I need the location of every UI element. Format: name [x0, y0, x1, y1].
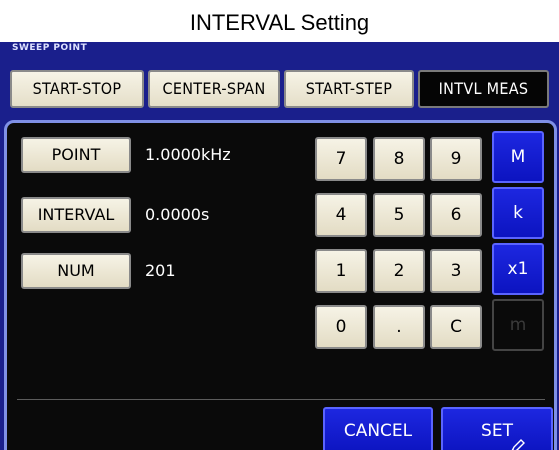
section-label: SWEEP POINT — [12, 43, 88, 53]
key-5[interactable]: 5 — [373, 193, 425, 237]
key-6[interactable]: 6 — [430, 193, 482, 237]
num-button[interactable]: NUM — [21, 253, 131, 289]
unit-key-mega[interactable]: M — [492, 131, 544, 183]
key-clear[interactable]: C — [430, 305, 482, 349]
tab-start-stop[interactable]: START-STOP — [10, 70, 144, 108]
key-7[interactable]: 7 — [315, 137, 367, 181]
key-decimal[interactable]: . — [373, 305, 425, 349]
cancel-button[interactable]: CANCEL — [323, 407, 433, 450]
dialog-title: INTERVAL Setting — [189, 10, 370, 35]
key-8[interactable]: 8 — [373, 137, 425, 181]
key-1[interactable]: 1 — [315, 249, 367, 293]
setting-panel: POINT 1.0000kHz INTERVAL 0.0000s NUM 201… — [4, 120, 557, 450]
unit-key-milli: m — [492, 299, 544, 351]
key-0[interactable]: 0 — [315, 305, 367, 349]
set-button[interactable]: SET — [441, 407, 553, 450]
key-2[interactable]: 2 — [373, 249, 425, 293]
interval-value: 0.0000s — [145, 205, 210, 224]
interval-button[interactable]: INTERVAL — [21, 197, 131, 233]
key-9[interactable]: 9 — [430, 137, 482, 181]
unit-key-kilo[interactable]: k — [492, 187, 544, 239]
divider — [17, 399, 545, 400]
stylus-icon — [511, 439, 525, 450]
point-value: 1.0000kHz — [145, 145, 231, 164]
set-button-label: SET — [481, 421, 513, 441]
point-button[interactable]: POINT — [21, 137, 131, 173]
unit-key-x1[interactable]: x1 — [492, 243, 544, 295]
num-value: 201 — [145, 261, 176, 280]
tab-intvl-meas[interactable]: INTVL MEAS — [418, 70, 549, 108]
tab-center-span[interactable]: CENTER-SPAN — [148, 70, 280, 108]
instrument-screen: SWEEP POINT START-STOP CENTER-SPAN START… — [0, 42, 559, 450]
tab-start-step[interactable]: START-STEP — [284, 70, 414, 108]
key-3[interactable]: 3 — [430, 249, 482, 293]
key-4[interactable]: 4 — [315, 193, 367, 237]
